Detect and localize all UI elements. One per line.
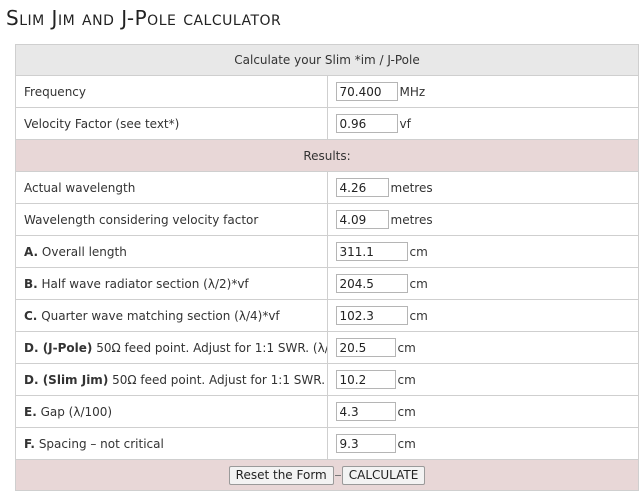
quarter-wave-section-label-cell: C. Quarter wave matching section (λ/4)*v… xyxy=(15,299,328,332)
velocity-factor-value-cell: 0.96 vf xyxy=(326,107,639,140)
calculator-form: Calculate your Slim *im / J-Pole Frequen… xyxy=(15,44,639,491)
gap-unit: cm xyxy=(397,404,416,419)
frequency-row: Frequency 70.400 MHz xyxy=(15,75,639,108)
velocity-factor-label-cell: Velocity Factor (see text*) xyxy=(15,107,328,140)
half-wave-section-unit: cm xyxy=(409,276,428,291)
quarter-wave-section-unit: cm xyxy=(409,308,428,323)
spacing-label: Spacing – not critical xyxy=(35,436,164,451)
quarter-wave-section-value-cell: 102.3 cm xyxy=(326,299,639,332)
page-title: Slim Jim and J-Pole calculator xyxy=(6,6,282,30)
quarter-wave-section-row: C. Quarter wave matching section (λ/4)*v… xyxy=(15,299,639,332)
half-wave-section-label: Half wave radiator section (λ/2)*vf xyxy=(37,276,249,291)
actual-wavelength-unit: metres xyxy=(390,180,433,195)
wavelength-vf-unit: metres xyxy=(390,212,433,227)
results-header-row: Results: xyxy=(15,139,639,172)
jpole-feed-point-unit: cm xyxy=(397,340,416,355)
half-wave-section-label-cell: B. Half wave radiator section (λ/2)*vf xyxy=(15,267,328,300)
actual-wavelength-label-cell: Actual wavelength xyxy=(15,171,328,204)
spacing-field[interactable]: 9.3 xyxy=(335,434,396,453)
actual-wavelength-row: Actual wavelength 4.26 metres xyxy=(15,171,639,204)
spacing-row: F. Spacing – not critical 9.3 cm xyxy=(15,427,639,460)
jpole-feed-point-label-cell: D. (J-Pole) 50Ω feed point. Adjust for 1… xyxy=(15,331,328,364)
wavelength-vf-row: Wavelength considering velocity factor 4.… xyxy=(15,203,639,236)
slimjim-feed-point-unit: cm xyxy=(397,372,416,387)
jpole-feed-point-row: D. (J-Pole) 50Ω feed point. Adjust for 1… xyxy=(15,331,639,364)
quarter-wave-section-label: Quarter wave matching section (λ/4)*vf xyxy=(37,308,280,323)
gap-value-cell: 4.3 cm xyxy=(326,395,639,428)
item-prefix: C. xyxy=(24,308,38,323)
slimjim-feed-point-label: 50Ω feed point. Adjust for 1:1 SWR. (λ/4… xyxy=(112,372,326,387)
item-prefix: F. xyxy=(24,436,35,451)
overall-length-row: A. Overall length 311.1 cm xyxy=(15,235,639,268)
velocity-factor-label: Velocity Factor (see text*) xyxy=(24,116,180,131)
results-header: Results: xyxy=(15,139,639,172)
overall-length-unit: cm xyxy=(409,244,428,259)
gap-label-cell: E. Gap (λ/100) xyxy=(15,395,328,428)
form-header: Calculate your Slim *im / J-Pole xyxy=(15,44,639,76)
velocity-factor-row: Velocity Factor (see text*) 0.96 vf xyxy=(15,107,639,140)
wavelength-vf-label: Wavelength considering velocity factor xyxy=(24,212,259,227)
slimjim-feed-point-row: D. (Slim Jim) 50Ω feed point. Adjust for… xyxy=(15,363,639,396)
jpole-feed-point-value-cell: 20.5 cm xyxy=(326,331,639,364)
reset-button[interactable]: Reset the Form xyxy=(228,465,334,485)
slimjim-feed-point-field[interactable]: 10.2 xyxy=(335,370,396,389)
gap-row: E. Gap (λ/100) 4.3 cm xyxy=(15,395,639,428)
jpole-feed-point-field[interactable]: 20.5 xyxy=(335,338,396,357)
form-buttons-row: Reset the Form CALCULATE xyxy=(15,459,639,491)
spacing-unit: cm xyxy=(397,436,416,451)
velocity-factor-unit: vf xyxy=(399,116,411,131)
frequency-value-cell: 70.400 MHz xyxy=(326,75,639,108)
item-prefix: A. xyxy=(24,244,39,259)
form-buttons-cell: Reset the Form CALCULATE xyxy=(15,459,639,491)
slimjim-feed-point-label-cell: D. (Slim Jim) 50Ω feed point. Adjust for… xyxy=(15,363,328,396)
form-header-row: Calculate your Slim *im / J-Pole xyxy=(15,44,639,76)
item-prefix: E. xyxy=(24,404,37,419)
item-prefix: D. (Slim Jim) xyxy=(24,372,109,387)
half-wave-section-value-cell: 204.5 cm xyxy=(326,267,639,300)
gap-label: Gap (λ/100) xyxy=(36,404,113,419)
overall-length-field[interactable]: 311.1 xyxy=(335,242,408,261)
frequency-unit: MHz xyxy=(399,84,426,99)
velocity-factor-field[interactable]: 0.96 xyxy=(335,114,398,133)
actual-wavelength-label: Actual wavelength xyxy=(24,180,136,195)
gap-field[interactable]: 4.3 xyxy=(335,402,396,421)
frequency-field[interactable]: 70.400 xyxy=(335,82,398,101)
wavelength-vf-label-cell: Wavelength considering velocity factor xyxy=(15,203,328,236)
half-wave-section-field[interactable]: 204.5 xyxy=(335,274,408,293)
spacing-value-cell: 9.3 cm xyxy=(326,427,639,460)
frequency-label: Frequency xyxy=(24,84,86,99)
frequency-label-cell: Frequency xyxy=(15,75,328,108)
wavelength-vf-field[interactable]: 4.09 xyxy=(335,210,389,229)
actual-wavelength-value-cell: 4.26 metres xyxy=(326,171,639,204)
jpole-feed-point-label: 50Ω feed point. Adjust for 1:1 SWR. (λ/2… xyxy=(96,340,326,355)
item-prefix: B. xyxy=(24,276,38,291)
half-wave-section-row: B. Half wave radiator section (λ/2)*vf 20… xyxy=(15,267,639,300)
calculate-button[interactable]: CALCULATE xyxy=(341,465,426,485)
item-prefix: D. (J-Pole) xyxy=(24,340,93,355)
spacing-label-cell: F. Spacing – not critical xyxy=(15,427,328,460)
overall-length-label: Overall length xyxy=(38,244,127,259)
overall-length-label-cell: A. Overall length xyxy=(15,235,328,268)
overall-length-value-cell: 311.1 cm xyxy=(326,235,639,268)
button-separator xyxy=(334,474,341,476)
wavelength-vf-value-cell: 4.09 metres xyxy=(326,203,639,236)
slimjim-feed-point-value-cell: 10.2 cm xyxy=(326,363,639,396)
quarter-wave-section-field[interactable]: 102.3 xyxy=(335,306,408,325)
actual-wavelength-field[interactable]: 4.26 xyxy=(335,178,389,197)
